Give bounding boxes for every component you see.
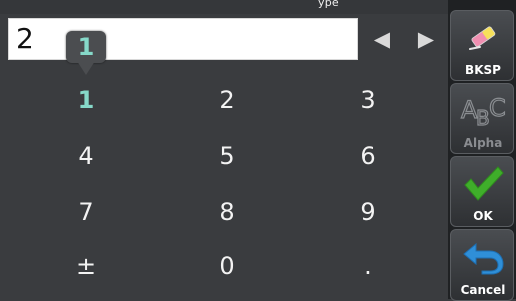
key-3[interactable]: 3 [318,74,418,126]
key-4-label: 4 [78,142,94,170]
key-6[interactable]: 6 [318,130,418,182]
key-7-label: 7 [78,198,94,226]
abc-icon: A B C [451,88,515,132]
header-bar: ype [0,0,448,14]
key-0-label: 0 [219,252,235,280]
key-5-label: 5 [219,142,235,170]
backspace-button[interactable]: BKSP [450,10,514,81]
cancel-label: Cancel [460,283,506,297]
alpha-label: Alpha [463,136,503,150]
return-arrow-icon [451,234,515,278]
numeric-keypad-screen: ype 2 ◀ ▶ 1 2 3 4 5 6 7 8 9 ± 0 . 1 BKSP… [0,0,516,301]
key-9-label: 9 [360,198,376,226]
triangle-left-icon: ◀ [373,26,391,51]
ok-label: OK [473,209,493,223]
key-2[interactable]: 2 [177,74,277,126]
key-6-label: 6 [360,142,376,170]
key-8-label: 8 [219,198,235,226]
svg-text:C: C [489,94,506,122]
checkmark-icon [451,161,515,205]
key-plus-minus-label: ± [75,252,97,280]
numeric-entry-field[interactable]: 2 [8,18,358,60]
backspace-label: BKSP [465,63,501,77]
key-plus-minus[interactable]: ± [36,240,136,292]
cancel-button[interactable]: Cancel [450,229,514,301]
cursor-left-button[interactable]: ◀ [373,27,391,51]
alpha-button[interactable]: A B C Alpha [450,83,514,154]
key-1[interactable]: 1 [36,74,136,126]
key-2-label: 2 [219,86,235,114]
cursor-right-button[interactable]: ▶ [417,27,435,51]
key-decimal[interactable]: . [318,240,418,292]
key-7[interactable]: 7 [36,186,136,238]
key-4[interactable]: 4 [36,130,136,182]
key-5[interactable]: 5 [177,130,277,182]
header-title: ype [318,0,339,9]
entry-value: 2 [16,22,34,55]
triangle-right-icon: ▶ [417,26,435,51]
key-9[interactable]: 9 [318,186,418,238]
eraser-icon [451,15,515,59]
ok-button[interactable]: OK [450,156,514,227]
keypad: 1 2 3 4 5 6 7 8 9 ± 0 . [0,60,448,299]
key-decimal-label: . [364,252,372,280]
key-8[interactable]: 8 [177,186,277,238]
key-1-label: 1 [77,86,95,114]
side-button-panel: BKSP A B C Alpha OK Cancel [448,0,516,301]
key-3-label: 3 [360,86,376,114]
svg-text:B: B [476,106,490,129]
key-0[interactable]: 0 [177,240,277,292]
